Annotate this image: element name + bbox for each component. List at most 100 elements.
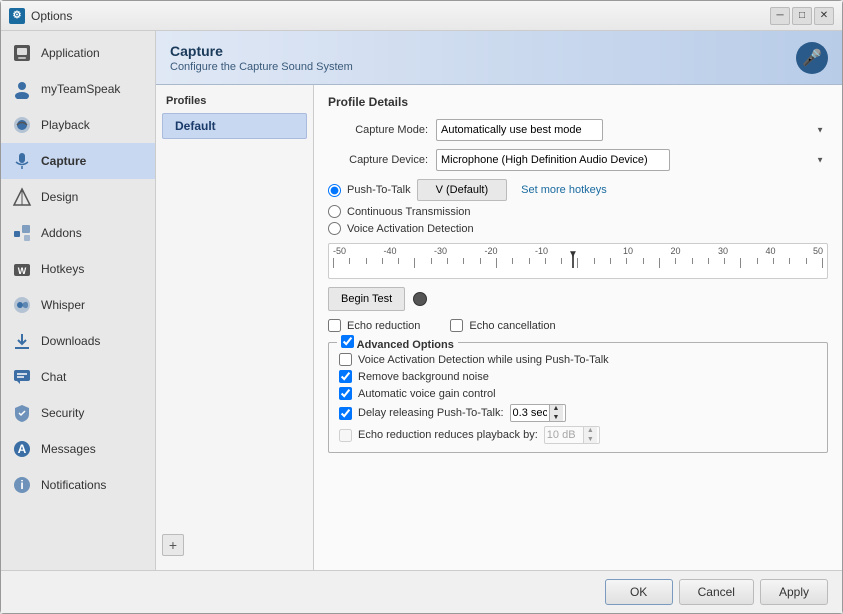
sidebar-item-notifications[interactable]: i Notifications xyxy=(1,467,155,503)
voice-activation-row: Voice Activation Detection xyxy=(328,222,828,235)
auto-voice-gain-checkbox[interactable] xyxy=(339,387,352,400)
bottom-bar: OK Cancel Apply xyxy=(1,570,842,613)
capture-header: Capture Configure the Capture Sound Syst… xyxy=(156,31,842,85)
sidebar-item-whisper[interactable]: Whisper xyxy=(1,287,155,323)
led-indicator xyxy=(413,292,427,306)
echo-reduction-row: Echo reduction xyxy=(328,319,420,332)
delay-releasing-label[interactable]: Delay releasing Push-To-Talk: xyxy=(358,407,504,419)
sidebar-label-whisper: Whisper xyxy=(41,298,85,312)
voice-slider-section: -50 -40 -30 -20 -10 10 20 30 40 50 xyxy=(328,243,828,279)
push-to-talk-label[interactable]: Push-To-Talk xyxy=(347,184,411,196)
sidebar-item-myteamspeak[interactable]: myTeamSpeak xyxy=(1,71,155,107)
security-icon xyxy=(11,402,33,424)
minimize-button[interactable]: ─ xyxy=(770,7,790,25)
messages-icon: A xyxy=(11,438,33,460)
sidebar-item-downloads[interactable]: Downloads xyxy=(1,323,155,359)
sidebar-item-design[interactable]: Design xyxy=(1,179,155,215)
profiles-label: Profiles xyxy=(156,93,313,113)
sidebar-item-chat[interactable]: Chat xyxy=(1,359,155,395)
sidebar-item-security[interactable]: Security xyxy=(1,395,155,431)
sidebar-item-messages[interactable]: A Messages xyxy=(1,431,155,467)
capture-device-row: Capture Device: Microphone (High Definit… xyxy=(328,149,828,171)
push-to-talk-row: Push-To-Talk V (Default) Set more hotkey… xyxy=(328,179,828,201)
remove-background-checkbox[interactable] xyxy=(339,370,352,383)
push-to-talk-radio[interactable] xyxy=(328,184,341,197)
cancel-button[interactable]: Cancel xyxy=(679,579,754,605)
auto-voice-gain-label[interactable]: Automatic voice gain control xyxy=(358,388,496,400)
svg-text:W: W xyxy=(18,266,27,276)
echo-cancellation-row: Echo cancellation xyxy=(450,319,555,332)
user-icon xyxy=(11,78,33,100)
sidebar-label-messages: Messages xyxy=(41,442,96,456)
echo-cancellation-label[interactable]: Echo cancellation xyxy=(469,320,555,332)
addons-icon xyxy=(11,222,33,244)
apply-button[interactable]: Apply xyxy=(760,579,828,605)
svg-text:A: A xyxy=(18,442,27,456)
remove-background-row: Remove background noise xyxy=(339,370,817,383)
set-hotkeys-link[interactable]: Set more hotkeys xyxy=(521,184,607,196)
sidebar: Application myTeamSpeak Playback Capture xyxy=(1,31,156,570)
activation-mode-group: Push-To-Talk V (Default) Set more hotkey… xyxy=(328,179,828,235)
sidebar-label-capture: Capture xyxy=(41,154,86,168)
voice-activation-push-label[interactable]: Voice Activation Detection while using P… xyxy=(358,354,609,366)
remove-background-label[interactable]: Remove background noise xyxy=(358,371,489,383)
voice-activation-push-checkbox[interactable] xyxy=(339,353,352,366)
downloads-icon xyxy=(11,330,33,352)
close-button[interactable]: ✕ xyxy=(814,7,834,25)
sidebar-label-notifications: Notifications xyxy=(41,478,106,492)
capture-title: Capture xyxy=(170,43,353,59)
sidebar-label-chat: Chat xyxy=(41,370,66,384)
window-title: Options xyxy=(31,9,770,23)
continuous-transmission-row: Continuous Transmission xyxy=(328,205,828,218)
echo-cancellation-checkbox[interactable] xyxy=(450,319,463,332)
hotkey-button[interactable]: V (Default) xyxy=(417,179,508,201)
capture-subtitle: Configure the Capture Sound System xyxy=(170,61,353,73)
sidebar-label-security: Security xyxy=(41,406,84,420)
window-controls: ─ □ ✕ xyxy=(770,7,834,25)
echo-db-buttons: ▲ ▼ xyxy=(583,426,597,444)
continuous-transmission-label[interactable]: Continuous Transmission xyxy=(347,206,471,218)
delay-value-input[interactable] xyxy=(511,405,549,421)
profiles-main: Profiles Default + Profile Details Captu… xyxy=(156,85,842,570)
sidebar-item-hotkeys[interactable]: W Hotkeys xyxy=(1,251,155,287)
maximize-button[interactable]: □ xyxy=(792,7,812,25)
echo-reduction-playback-checkbox[interactable] xyxy=(339,429,352,442)
capture-device-label: Capture Device: xyxy=(328,154,428,166)
echo-reduction-label[interactable]: Echo reduction xyxy=(347,320,420,332)
continuous-transmission-radio[interactable] xyxy=(328,205,341,218)
delay-increment[interactable]: ▲ xyxy=(550,404,563,413)
echo-reduction-playback-label: Echo reduction reduces playback by: xyxy=(358,429,538,441)
capture-mode-select[interactable]: Automatically use best mode xyxy=(436,119,603,141)
capture-device-select[interactable]: Microphone (High Definition Audio Device… xyxy=(436,149,670,171)
window-icon: ⚙ xyxy=(9,8,25,24)
capture-mode-select-wrapper: Automatically use best mode xyxy=(436,119,828,141)
delay-spinner[interactable]: ▲ ▼ xyxy=(510,404,566,422)
tick-container xyxy=(333,258,823,268)
voice-activation-label[interactable]: Voice Activation Detection xyxy=(347,223,474,235)
advanced-options-checkbox[interactable] xyxy=(341,335,354,348)
delay-decrement[interactable]: ▼ xyxy=(550,413,563,422)
echo-row: Echo reduction Echo cancellation xyxy=(328,319,828,336)
sidebar-item-application[interactable]: Application xyxy=(1,35,155,71)
sidebar-item-addons[interactable]: Addons xyxy=(1,215,155,251)
chat-icon xyxy=(11,366,33,388)
notifications-icon: i xyxy=(11,474,33,496)
delay-releasing-checkbox[interactable] xyxy=(339,407,352,420)
hotkeys-icon: W xyxy=(11,258,33,280)
sidebar-label-addons: Addons xyxy=(41,226,82,240)
slider-arrow: ▼ xyxy=(568,249,578,260)
sidebar-item-playback[interactable]: Playback xyxy=(1,107,155,143)
voice-activation-radio[interactable] xyxy=(328,222,341,235)
design-icon xyxy=(11,186,33,208)
echo-reduction-checkbox[interactable] xyxy=(328,319,341,332)
profile-details: Profile Details Capture Mode: Automatica… xyxy=(314,85,842,570)
ok-button[interactable]: OK xyxy=(605,579,673,605)
add-profile-button[interactable]: + xyxy=(162,534,184,556)
echo-db-input xyxy=(545,427,583,443)
begin-test-button[interactable]: Begin Test xyxy=(328,287,405,311)
profile-default[interactable]: Default xyxy=(162,113,307,139)
sidebar-item-capture[interactable]: Capture xyxy=(1,143,155,179)
delay-spinner-buttons: ▲ ▼ xyxy=(549,404,563,422)
capture-mode-row: Capture Mode: Automatically use best mod… xyxy=(328,119,828,141)
advanced-options-label[interactable]: Advanced Options xyxy=(357,339,454,351)
